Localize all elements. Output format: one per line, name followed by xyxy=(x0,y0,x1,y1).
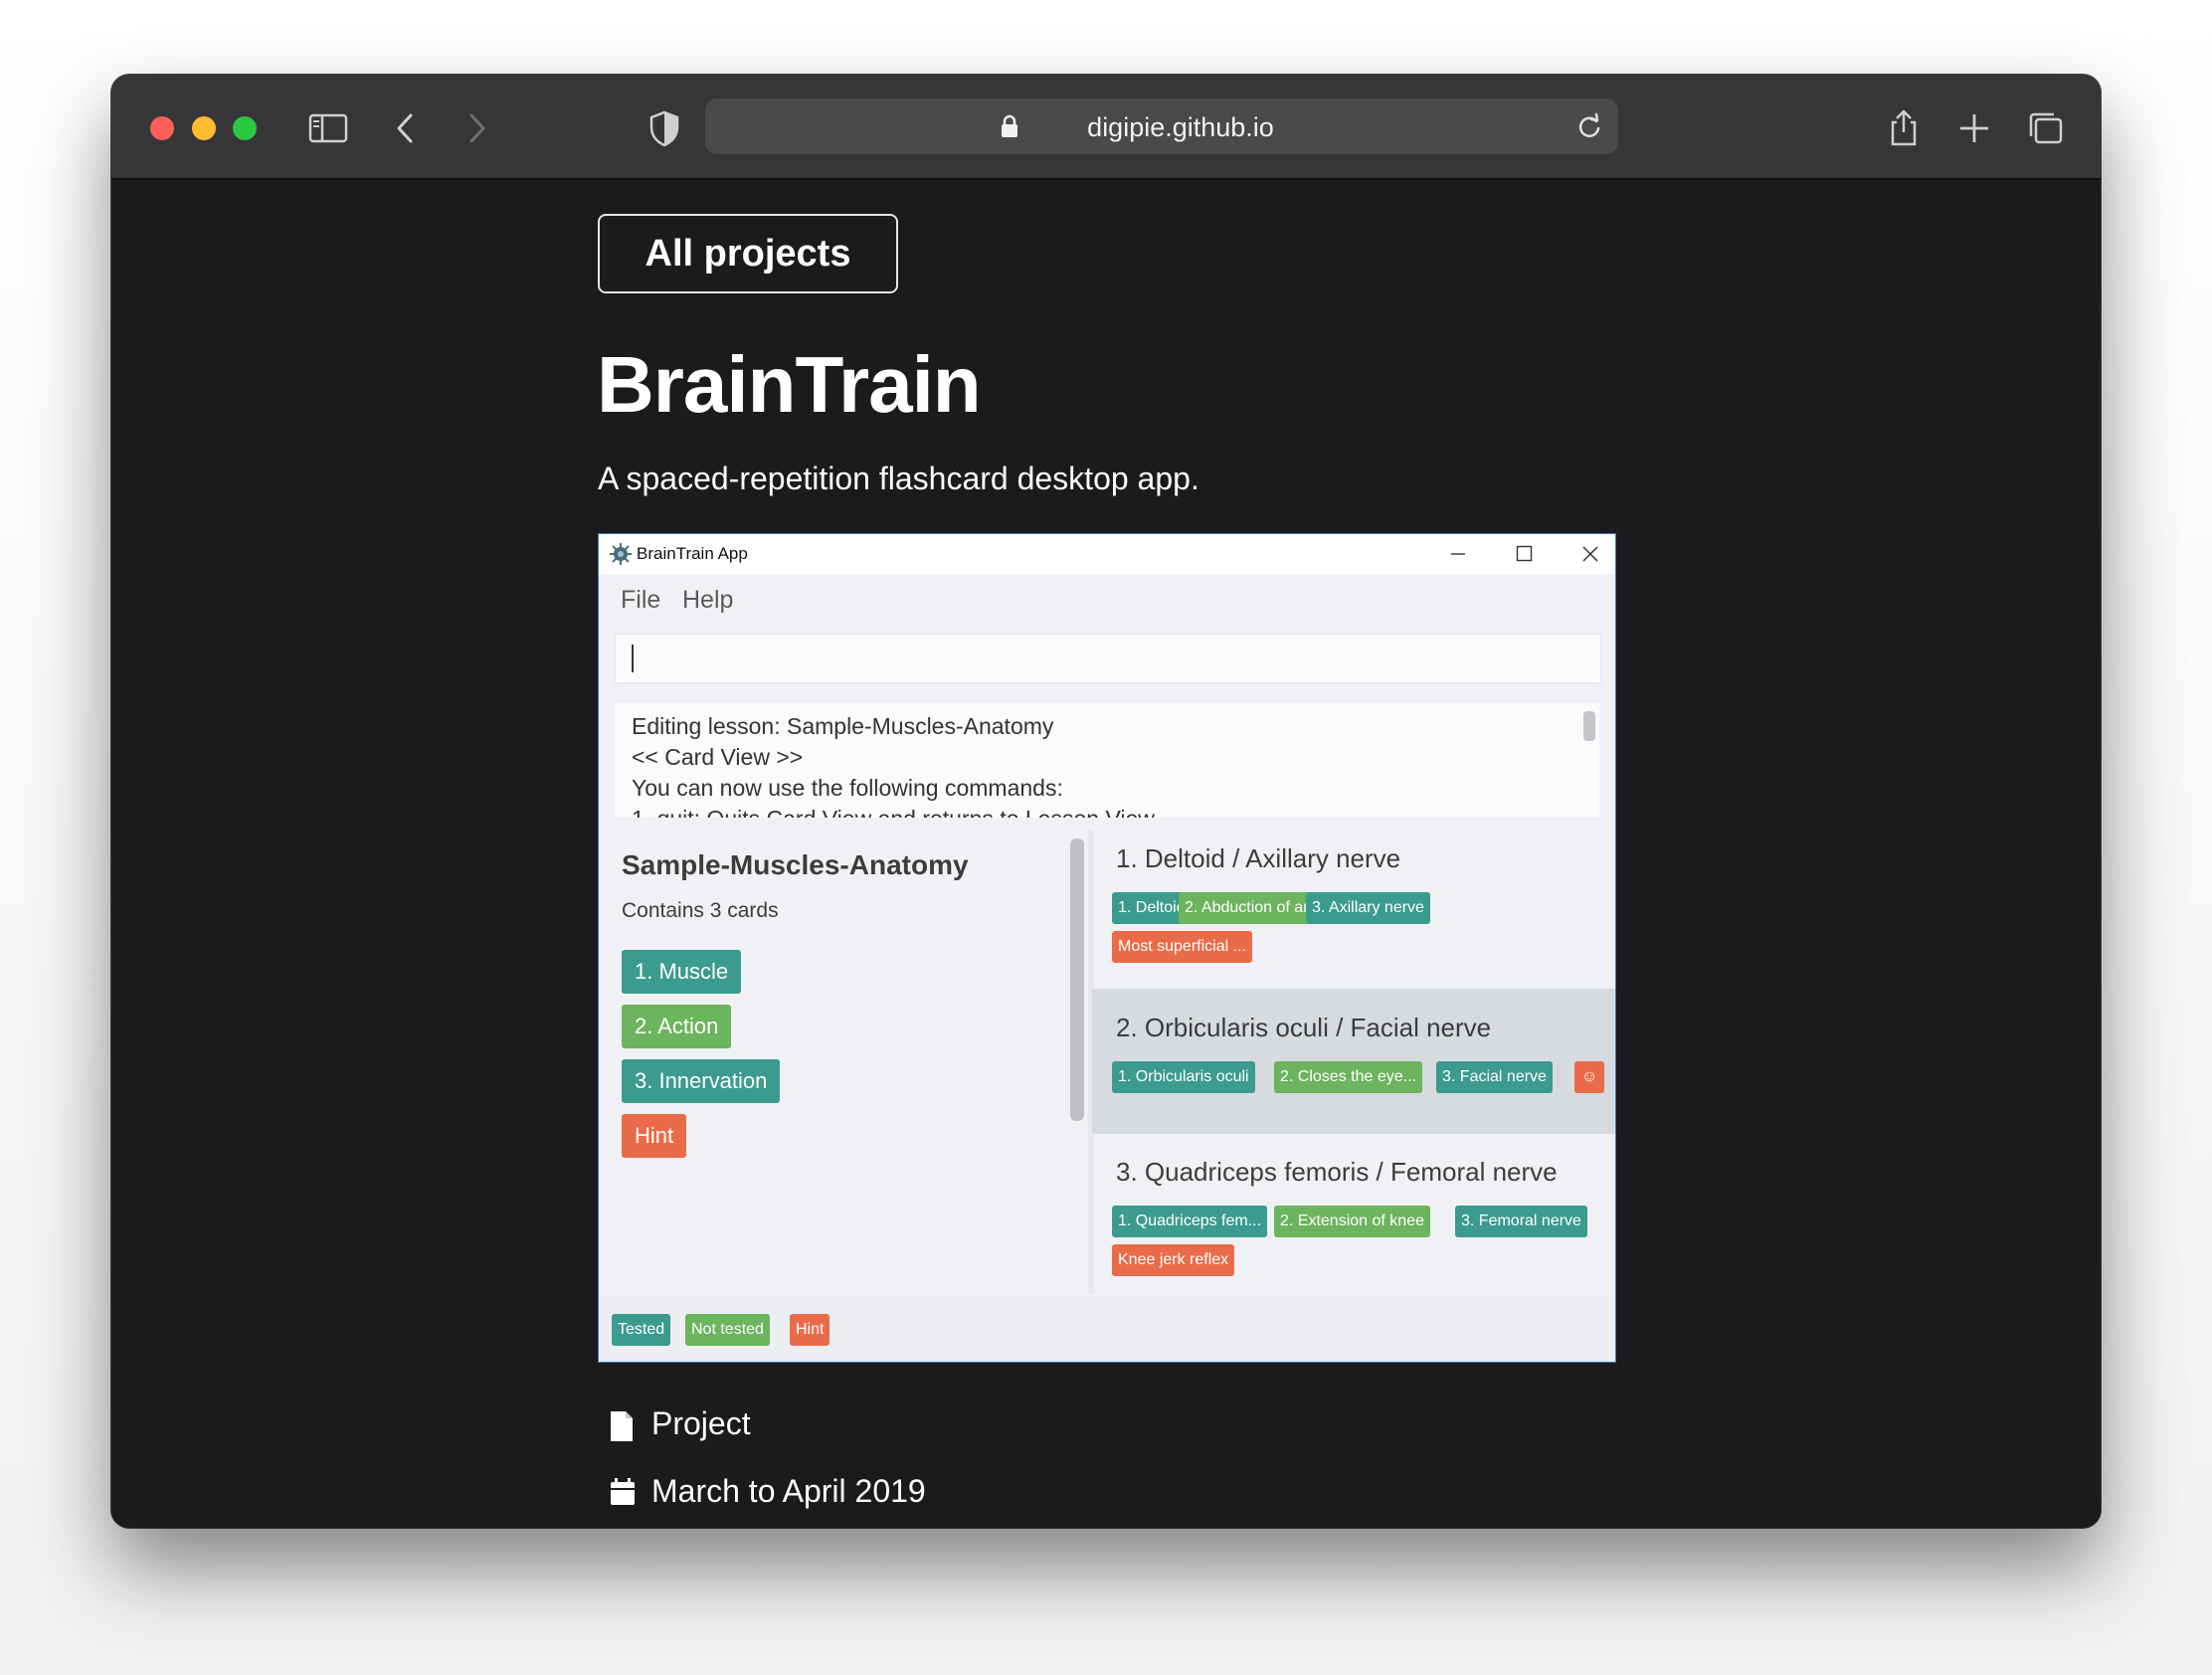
app-menubar: File Help xyxy=(599,574,1615,624)
page-content: All projects BrainTrain A spaced-repetit… xyxy=(111,180,2101,1528)
project-date-text: March to April 2019 xyxy=(651,1473,926,1509)
sidebar-toggle-icon[interactable] xyxy=(306,106,350,150)
lesson-hint-tag: Hint xyxy=(622,1114,687,1158)
result-display[interactable]: Editing lesson: Sample-Muscles-Anatomy <… xyxy=(615,703,1599,818)
card-hint-tag: Knee jerk reflex xyxy=(1112,1244,1235,1276)
card-tag: 3. Facial nerve xyxy=(1436,1061,1553,1093)
zoom-window-button[interactable] xyxy=(233,116,257,140)
new-tab-plus-icon[interactable] xyxy=(1952,106,1996,150)
forward-arrow-icon[interactable] xyxy=(455,106,498,150)
lesson-field-tag: 3. Innervation xyxy=(622,1059,781,1103)
tab-overview-icon[interactable] xyxy=(2024,106,2068,150)
app-screenshot: BrainTrain App File Help Editing lesson:… xyxy=(598,533,1616,1363)
address-bar[interactable]: digipie.github.io xyxy=(705,98,1618,154)
maximize-icon[interactable] xyxy=(1516,545,1533,562)
app-window-title: BrainTrain App xyxy=(637,544,748,563)
lesson-field-tag: 1. Muscle xyxy=(622,950,742,994)
file-icon xyxy=(611,1411,633,1441)
result-scrollbar[interactable] xyxy=(1583,711,1595,741)
page-subtitle: A spaced-repetition flashcard desktop ap… xyxy=(598,461,1199,496)
minimize-window-button[interactable] xyxy=(192,116,216,140)
legend-tested-tag: Tested xyxy=(612,1314,671,1346)
legend-bar: Tested Not tested Hint xyxy=(599,1296,1615,1362)
result-line: Editing lesson: Sample-Muscles-Anatomy xyxy=(632,713,1054,739)
card-hint-smiley-tag: ☺ xyxy=(1574,1061,1604,1093)
result-line: << Card View >> xyxy=(632,744,804,770)
reload-icon[interactable] xyxy=(1574,111,1604,141)
close-window-button[interactable] xyxy=(150,116,174,140)
card-title: 2. Orbicularis oculi / Facial nerve xyxy=(1116,1013,1492,1042)
calendar-icon xyxy=(611,1478,635,1505)
card-list-item[interactable]: 3. Quadriceps femoris / Femoral nerve 1.… xyxy=(1092,1134,1615,1294)
card-title: 3. Quadriceps femoris / Femoral nerve xyxy=(1116,1157,1558,1187)
result-line: 1. quit: Quits Card View and returns to … xyxy=(632,806,1155,818)
back-arrow-icon[interactable] xyxy=(384,106,428,150)
card-tag: 3. Axillary nerve xyxy=(1306,892,1430,924)
card-list-item[interactable]: 1. Deltoid / Axillary nerve 1. Deltoid 2… xyxy=(1092,830,1615,983)
card-tag: 2. Extension of knee xyxy=(1274,1206,1430,1237)
lesson-field-tag: 2. Action xyxy=(622,1005,732,1048)
menu-file[interactable]: File xyxy=(621,586,660,615)
app-brain-icon xyxy=(610,543,632,565)
card-tag: 1. Quadriceps fem... xyxy=(1112,1206,1268,1237)
close-icon[interactable] xyxy=(1581,545,1599,563)
browser-window: digipie.github.io All projects BrainTrai… xyxy=(111,75,2101,1528)
project-type-text: Project xyxy=(651,1405,751,1441)
app-titlebar: BrainTrain App xyxy=(599,534,1615,574)
card-hint-tag: Most superficial ... xyxy=(1112,931,1252,963)
lesson-panel-scrollbar[interactable] xyxy=(1070,838,1084,1121)
privacy-shield-icon[interactable] xyxy=(643,106,686,150)
browser-toolbar: digipie.github.io xyxy=(111,75,2101,180)
card-title: 1. Deltoid / Axillary nerve xyxy=(1116,843,1401,873)
text-caret xyxy=(632,645,634,672)
card-count: Contains 3 cards xyxy=(622,899,779,922)
result-line: You can now use the following commands: xyxy=(632,775,1063,801)
minimize-icon[interactable] xyxy=(1450,546,1466,562)
page-title: BrainTrain xyxy=(597,340,982,429)
share-icon[interactable] xyxy=(1882,106,1926,150)
card-tag: 3. Femoral nerve xyxy=(1455,1206,1587,1237)
card-list-item-selected[interactable]: 2. Orbicularis oculi / Facial nerve 1. O… xyxy=(1092,989,1615,1134)
legend-not-tested-tag: Not tested xyxy=(685,1314,770,1346)
card-tag: 2. Closes the eye... xyxy=(1274,1061,1422,1093)
menu-help[interactable]: Help xyxy=(682,586,733,615)
lesson-panel: Sample-Muscles-Anatomy Contains 3 cards … xyxy=(603,830,1080,1294)
legend-hint-tag: Hint xyxy=(790,1314,830,1346)
command-input[interactable] xyxy=(615,634,1601,683)
url-text: digipie.github.io xyxy=(1087,112,1274,142)
lesson-name: Sample-Muscles-Anatomy xyxy=(622,849,969,880)
card-list: 1. Deltoid / Axillary nerve 1. Deltoid 2… xyxy=(1092,830,1615,1294)
card-tag: 1. Orbicularis oculi xyxy=(1112,1061,1255,1093)
all-projects-button[interactable]: All projects xyxy=(598,214,898,293)
